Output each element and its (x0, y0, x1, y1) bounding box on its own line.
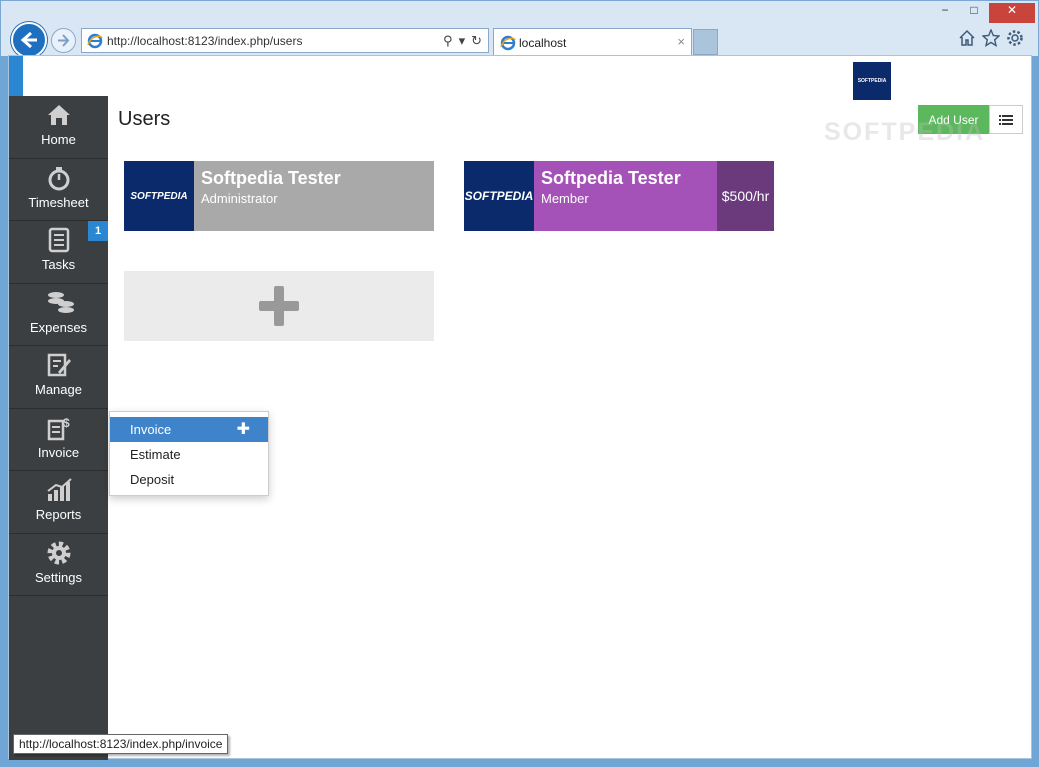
address-bar[interactable]: http://localhost:8123/index.php/users ⚲ … (81, 28, 489, 53)
ie-icon (87, 33, 103, 49)
user-name: Softpedia Tester (541, 168, 681, 188)
top-accent-bar (9, 56, 23, 96)
user-name: Softpedia Tester (201, 168, 341, 188)
page-viewport: SOFTPEDIA Home Timesheet Tasks 1 Expense… (8, 55, 1032, 760)
browser-tab[interactable]: localhost × (493, 28, 692, 55)
user-role: Member (541, 191, 589, 206)
user-rate: $500/hr (717, 161, 774, 231)
sidebar-item-label: Home (41, 132, 76, 147)
sidebar-item-label: Expenses (29, 319, 88, 335)
home-icon (48, 105, 70, 125)
gear-icon (47, 541, 71, 564)
add-user-button[interactable]: Add User (918, 105, 989, 134)
menu-item-invoice[interactable]: Invoice ✚ (110, 417, 268, 442)
menu-item-label: Estimate (130, 447, 181, 462)
user-role: Administrator (201, 191, 278, 206)
coins-icon (48, 291, 74, 313)
search-icon[interactable]: ⚲ (443, 33, 453, 49)
tab-title: localhost (519, 36, 567, 50)
sidebar-item-label: Tasks (41, 257, 76, 272)
brand-logo[interactable]: SOFTPEDIA (853, 62, 891, 100)
sidebar: Home Timesheet Tasks 1 Expenses Manage $… (9, 96, 108, 760)
invoice-icon: $ (47, 416, 70, 440)
status-link-tooltip: http://localhost:8123/index.php/invoice (13, 734, 229, 754)
user-card[interactable]: SOFTPEDIA Softpedia Tester Administrator (124, 161, 434, 231)
back-button[interactable] (11, 22, 47, 58)
user-avatar: SOFTPEDIA (464, 161, 534, 231)
user-avatar: SOFTPEDIA (124, 161, 194, 231)
bar-chart-icon (47, 478, 72, 501)
browser-chrome: http://localhost:8123/index.php/users ⚲ … (0, 0, 1039, 58)
minimize-button[interactable]: − (932, 3, 958, 23)
invoice-dropdown-menu: Invoice ✚ Estimate Deposit (109, 411, 269, 496)
address-text: http://localhost:8123/index.php/users (107, 34, 303, 48)
home-icon[interactable] (958, 29, 976, 47)
browser-tools (958, 29, 1024, 47)
sidebar-item-reports[interactable]: Reports (9, 471, 108, 534)
sidebar-item-tasks[interactable]: Tasks 1 (9, 221, 108, 284)
menu-item-label: Deposit (130, 472, 175, 487)
ie-icon (500, 35, 516, 51)
page-title: Users (118, 108, 171, 130)
user-card-body: Softpedia Tester Member (534, 161, 717, 231)
sidebar-item-label: Invoice (37, 444, 80, 460)
user-card[interactable]: SOFTPEDIA Softpedia Tester Member $500/h… (464, 161, 774, 231)
new-tab-button[interactable] (693, 29, 718, 55)
menu-item-deposit[interactable]: Deposit (110, 467, 268, 492)
header-actions: Add User (918, 105, 1023, 134)
refresh-icon[interactable]: ↻ (471, 33, 482, 49)
edit-icon (47, 353, 71, 377)
svg-text:$: $ (63, 416, 70, 430)
plus-icon (259, 286, 299, 326)
gear-icon[interactable] (1006, 29, 1024, 47)
sidebar-item-label: Settings (35, 569, 82, 585)
address-tools: ⚲ ▾ ↻ (443, 33, 482, 49)
add-user-card[interactable] (124, 271, 434, 341)
sidebar-item-settings[interactable]: Settings (9, 534, 108, 596)
sidebar-item-timesheet[interactable]: Timesheet (9, 159, 108, 221)
sidebar-item-label: Reports (35, 507, 82, 522)
tasks-count-badge: 1 (88, 221, 108, 241)
stopwatch-icon (48, 166, 70, 190)
sidebar-item-label: Manage (35, 382, 82, 397)
dropdown-icon[interactable]: ▾ (459, 33, 466, 49)
maximize-button[interactable]: □ (961, 3, 987, 23)
star-icon[interactable] (982, 29, 1000, 47)
sidebar-item-home[interactable]: Home (9, 96, 108, 159)
menu-item-label: Invoice (130, 422, 172, 437)
plus-icon[interactable]: ✚ (237, 419, 250, 439)
arrow-right-icon (58, 34, 70, 47)
menu-item-estimate[interactable]: Estimate (110, 442, 268, 467)
list-view-button[interactable] (989, 105, 1023, 134)
sidebar-item-label: Timesheet (28, 194, 89, 210)
sidebar-item-manage[interactable]: Manage (9, 346, 108, 409)
user-card-body: Softpedia Tester Administrator (194, 161, 434, 231)
close-window-button[interactable]: ✕ (989, 3, 1035, 23)
list-icon (999, 114, 1013, 125)
arrow-left-icon (20, 31, 37, 49)
sidebar-item-expenses[interactable]: Expenses (9, 284, 108, 346)
sidebar-item-invoice[interactable]: $ Invoice (9, 409, 108, 471)
tab-close-icon[interactable]: × (677, 34, 685, 49)
tasks-icon (48, 227, 70, 253)
forward-button[interactable] (51, 28, 76, 53)
